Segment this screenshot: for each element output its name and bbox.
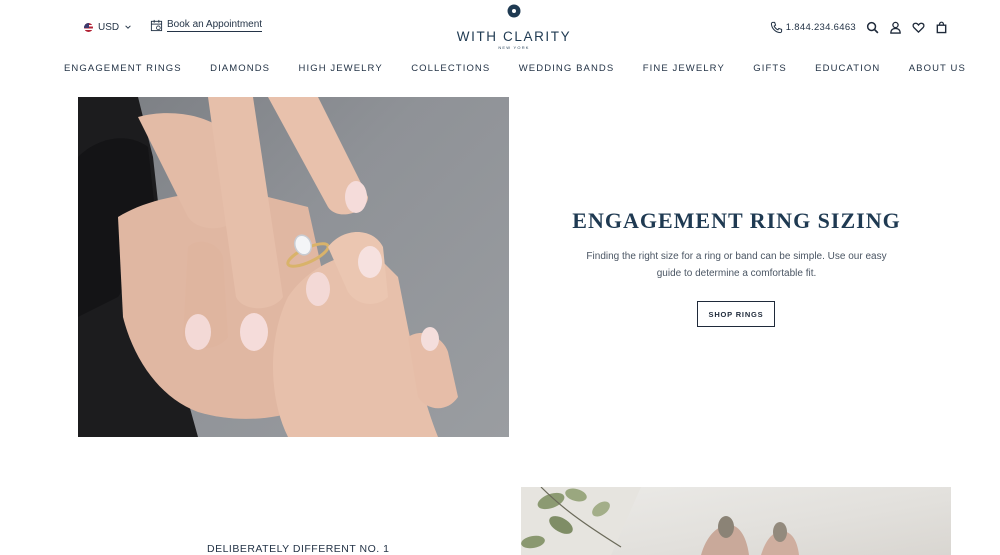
- hero-ring-photo: [78, 97, 509, 437]
- hero-title: ENGAGEMENT RING SIZING: [572, 208, 901, 233]
- hero-content: ENGAGEMENT RING SIZING Finding the right…: [509, 97, 964, 437]
- section-heading: DELIBERATELY DIFFERENT NO. 1: [207, 543, 390, 555]
- us-flag-icon: [84, 22, 93, 32]
- account-icon[interactable]: [889, 21, 902, 34]
- leaves-nails-illustration: [521, 487, 799, 555]
- hands-ring-illustration: [78, 97, 458, 437]
- main-navigation: ENGAGEMENT RINGS DIAMONDS HIGH JEWELRY C…: [64, 63, 966, 77]
- phone-number: 1.844.234.6463: [785, 21, 856, 33]
- book-appointment-link[interactable]: Book an Appointment: [150, 19, 263, 32]
- nav-fine-jewelry[interactable]: FINE JEWELRY: [643, 63, 725, 77]
- appointment-label: Book an Appointment: [167, 19, 263, 32]
- phone-icon: [770, 21, 782, 33]
- cart-icon[interactable]: [935, 21, 948, 34]
- brand-logo[interactable]: WITH CLARITY NEW YORK: [455, 4, 573, 50]
- phone-link[interactable]: 1.844.234.6463: [770, 21, 856, 34]
- nav-high-jewelry[interactable]: HIGH JEWELRY: [299, 63, 383, 77]
- nav-wedding-bands[interactable]: WEDDING BANDS: [519, 63, 615, 77]
- chevron-down-icon: [125, 25, 131, 29]
- nav-diamonds[interactable]: DIAMONDS: [210, 63, 270, 77]
- nav-education[interactable]: EDUCATION: [815, 63, 880, 77]
- wishlist-heart-icon[interactable]: [912, 21, 925, 34]
- currency-label: USD: [98, 21, 120, 33]
- logo-mark-icon: [507, 4, 521, 18]
- shop-rings-button[interactable]: SHOP RINGS: [697, 301, 775, 327]
- brand-name: WITH CLARITY: [456, 29, 572, 44]
- nav-engagement-rings[interactable]: ENGAGEMENT RINGS: [64, 63, 182, 77]
- currency-selector[interactable]: USD: [84, 20, 132, 34]
- nav-gifts[interactable]: GIFTS: [753, 63, 786, 77]
- second-section-photo: [521, 487, 951, 555]
- hero-description: Finding the right size for a ring or ban…: [586, 251, 887, 279]
- nav-collections[interactable]: COLLECTIONS: [411, 63, 490, 77]
- nav-about-us[interactable]: ABOUT US: [909, 63, 966, 77]
- search-icon[interactable]: [866, 21, 879, 34]
- brand-subtitle: NEW YORK: [498, 45, 530, 50]
- utility-nav: 1.844.234.6463: [770, 18, 948, 36]
- calendar-icon: [150, 19, 163, 32]
- top-bar: USD Book an Appointment WITH CLARITY NEW…: [0, 0, 1000, 52]
